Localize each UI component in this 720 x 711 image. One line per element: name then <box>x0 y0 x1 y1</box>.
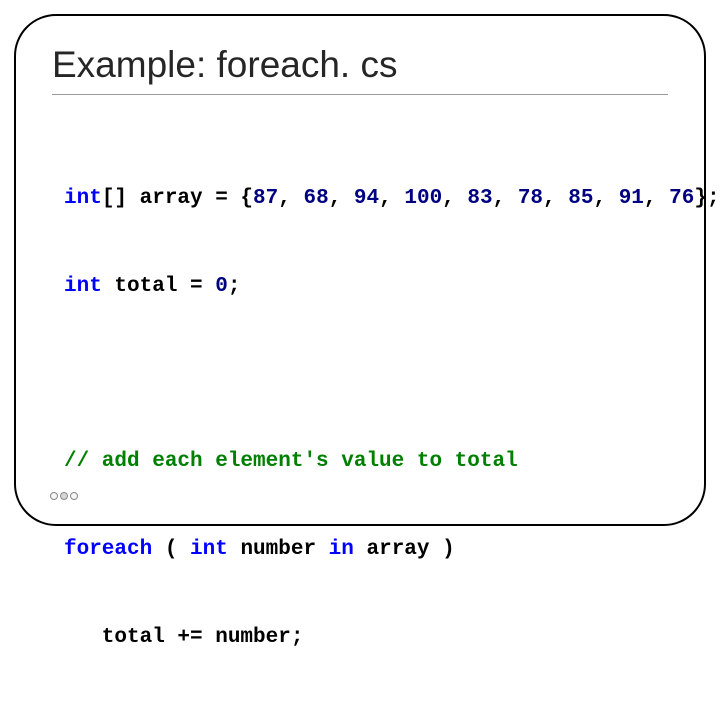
code-line-5: total += number; <box>64 623 668 652</box>
literal: 68 <box>303 187 328 210</box>
code-text: , <box>593 187 618 210</box>
code-text: , <box>329 187 354 210</box>
code-text: ( <box>152 538 190 561</box>
keyword-foreach: foreach <box>64 538 152 561</box>
nav-dot-icon <box>50 492 58 500</box>
literal: 91 <box>619 187 644 210</box>
code-line-4: foreach ( int number in array ) <box>64 535 668 564</box>
code-text: , <box>493 187 518 210</box>
code-text: number <box>228 538 329 561</box>
blank-line <box>64 360 668 388</box>
code-line-1: int[] array = {87, 68, 94, 100, 83, 78, … <box>64 184 668 213</box>
keyword-int: int <box>64 187 102 210</box>
literal: 85 <box>568 187 593 210</box>
nav-dot-icon <box>70 492 78 500</box>
nav-dot-icon <box>60 492 68 500</box>
code-text: , <box>442 187 467 210</box>
code-text: }; <box>694 187 719 210</box>
slide-title: Example: foreach. cs <box>52 44 668 86</box>
keyword-int: int <box>64 275 102 298</box>
literal: 78 <box>518 187 543 210</box>
code-text: , <box>644 187 669 210</box>
code-text: ; <box>228 275 241 298</box>
literal: 87 <box>253 187 278 210</box>
code-text: array ) <box>354 538 455 561</box>
title-underline <box>52 94 668 95</box>
literal: 76 <box>669 187 694 210</box>
code-text: [] array = { <box>102 187 253 210</box>
code-text: , <box>278 187 303 210</box>
code-comment: // add each element's value to total <box>64 447 668 476</box>
keyword-int: int <box>190 538 228 561</box>
literal: 0 <box>215 275 228 298</box>
slide-frame: Example: foreach. cs int[] array = {87, … <box>14 14 706 526</box>
code-block: int[] array = {87, 68, 94, 100, 83, 78, … <box>52 125 668 711</box>
literal: 83 <box>467 187 492 210</box>
code-text: total = <box>102 275 215 298</box>
literal: 94 <box>354 187 379 210</box>
code-text: , <box>379 187 404 210</box>
code-text: , <box>543 187 568 210</box>
slide-nav-dots <box>50 492 78 500</box>
literal: 100 <box>404 187 442 210</box>
keyword-in: in <box>329 538 354 561</box>
code-line-2: int total = 0; <box>64 272 668 301</box>
